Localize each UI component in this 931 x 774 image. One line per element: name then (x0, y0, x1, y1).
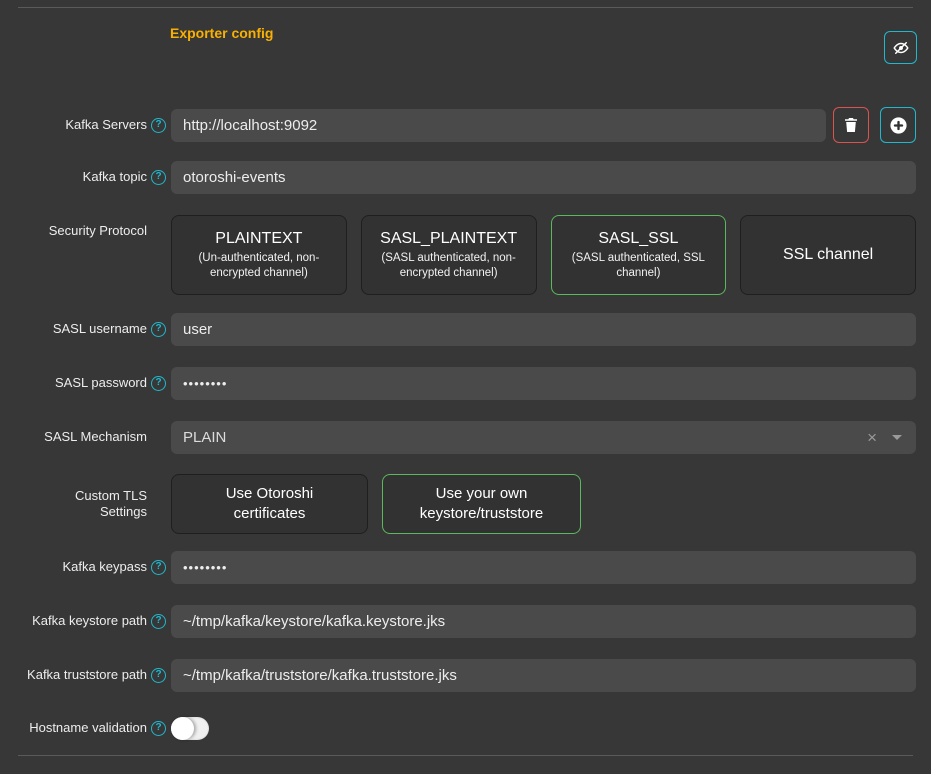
option-title: Use Otoroshi certificates (200, 484, 339, 525)
help-icon[interactable]: ? (151, 721, 166, 736)
caret-down-icon[interactable] (892, 435, 902, 440)
option-subtitle: (SASL authenticated, non-encrypted chann… (372, 251, 526, 281)
kafka-topic-input[interactable] (171, 161, 916, 194)
field-row-sasl-username: SASL username ? (0, 313, 931, 346)
toggle-knob (171, 717, 194, 740)
help-icon[interactable]: ? (151, 118, 166, 133)
sasl-username-input[interactable] (171, 313, 916, 346)
sasl-username-control (171, 313, 916, 346)
field-row-kafka-topic: Kafka topic ? (0, 161, 931, 194)
security-protocol-label-group: Security Protocol (0, 215, 171, 239)
option-title: SSL channel (783, 245, 873, 266)
kafka-keypass-label: Kafka keypass (62, 559, 147, 575)
sasl-username-label-group: SASL username ? (0, 321, 171, 337)
sasl-password-label: SASL password (55, 375, 147, 391)
sasl-password-control (171, 367, 916, 400)
kafka-truststore-path-control (171, 659, 916, 692)
field-row-security-protocol: Security Protocol PLAINTEXT (Un-authenti… (0, 215, 931, 295)
field-row-custom-tls: Custom TLS Settings Use Otoroshi certifi… (0, 474, 931, 534)
help-icon[interactable]: ? (151, 614, 166, 629)
selected-value: PLAIN (183, 429, 867, 446)
trash-icon (843, 117, 859, 133)
add-server-button[interactable] (880, 107, 916, 143)
custom-tls-control: Use Otoroshi certificates Use your own k… (171, 474, 916, 534)
clear-icon[interactable]: × (867, 429, 877, 446)
top-divider (18, 7, 913, 8)
sasl-mechanism-label: SASL Mechanism (44, 429, 147, 445)
option-otoroshi-certificates[interactable]: Use Otoroshi certificates (171, 474, 368, 534)
plus-circle-icon (890, 117, 907, 134)
option-ssl-channel[interactable]: SSL channel (740, 215, 916, 295)
hide-section-button[interactable] (884, 31, 917, 64)
eye-slash-icon (892, 39, 910, 57)
hostname-validation-control (171, 717, 916, 740)
help-icon[interactable]: ? (151, 170, 166, 185)
kafka-servers-label-group: Kafka Servers ? (0, 117, 171, 133)
field-row-sasl-password: SASL password ? (0, 367, 931, 400)
field-row-hostname-validation: Hostname validation ? (0, 717, 931, 740)
kafka-topic-control (171, 161, 916, 194)
kafka-topic-label: Kafka topic (83, 169, 147, 185)
bottom-divider (18, 755, 913, 756)
help-icon[interactable]: ? (151, 376, 166, 391)
option-title: SASL_PLAINTEXT (380, 229, 517, 250)
option-subtitle: (SASL authenticated, SSL channel) (562, 251, 716, 281)
kafka-servers-control (171, 107, 916, 143)
help-icon[interactable]: ? (151, 560, 166, 575)
field-row-kafka-truststore-path: Kafka truststore path ? (0, 659, 931, 692)
help-icon[interactable]: ? (151, 668, 166, 683)
kafka-truststore-path-label-group: Kafka truststore path ? (0, 667, 171, 683)
option-own-keystore[interactable]: Use your own keystore/truststore (382, 474, 581, 534)
hostname-validation-label: Hostname validation (29, 720, 147, 736)
kafka-keystore-path-input[interactable] (171, 605, 916, 638)
help-icon[interactable]: ? (151, 322, 166, 337)
security-protocol-options: PLAINTEXT (Un-authenticated, non-encrypt… (171, 215, 916, 295)
kafka-truststore-path-label: Kafka truststore path (27, 667, 147, 683)
exporter-config-panel: Exporter config Kafka Servers ? (0, 7, 931, 774)
option-sasl-ssl[interactable]: SASL_SSL (SASL authenticated, SSL channe… (551, 215, 727, 295)
kafka-truststore-path-input[interactable] (171, 659, 916, 692)
kafka-keystore-path-label-group: Kafka keystore path ? (0, 613, 171, 629)
kafka-keypass-label-group: Kafka keypass ? (0, 559, 171, 575)
kafka-topic-label-group: Kafka topic ? (0, 169, 171, 185)
field-row-kafka-keypass: Kafka keypass ? (0, 551, 931, 584)
kafka-keypass-input[interactable] (171, 551, 916, 584)
option-plaintext[interactable]: PLAINTEXT (Un-authenticated, non-encrypt… (171, 215, 347, 295)
custom-tls-label-group: Custom TLS Settings (0, 488, 171, 521)
delete-server-button[interactable] (833, 107, 869, 143)
custom-tls-label: Custom TLS Settings (67, 488, 147, 521)
field-row-sasl-mechanism: SASL Mechanism PLAIN × (0, 421, 931, 454)
security-protocol-label: Security Protocol (49, 223, 147, 239)
kafka-servers-label: Kafka Servers (65, 117, 147, 133)
option-title: PLAINTEXT (215, 229, 302, 250)
field-row-kafka-servers: Kafka Servers ? (0, 107, 931, 143)
option-sasl-plaintext[interactable]: SASL_PLAINTEXT (SASL authenticated, non-… (361, 215, 537, 295)
security-protocol-control: PLAINTEXT (Un-authenticated, non-encrypt… (171, 215, 916, 295)
field-row-kafka-keystore-path: Kafka keystore path ? (0, 605, 931, 638)
panel-title: Exporter config (170, 25, 916, 41)
sasl-mechanism-control: PLAIN × (171, 421, 916, 454)
sasl-username-label: SASL username (53, 321, 147, 337)
sasl-mechanism-select[interactable]: PLAIN × (171, 421, 916, 454)
option-subtitle: (Un-authenticated, non-encrypted channel… (182, 251, 336, 281)
kafka-keystore-path-control (171, 605, 916, 638)
kafka-keypass-control (171, 551, 916, 584)
sasl-password-label-group: SASL password ? (0, 375, 171, 391)
sasl-password-input[interactable] (171, 367, 916, 400)
option-title: Use your own keystore/truststore (411, 484, 552, 525)
kafka-keystore-path-label: Kafka keystore path (32, 613, 147, 629)
sasl-mechanism-label-group: SASL Mechanism (0, 429, 171, 445)
hostname-validation-label-group: Hostname validation ? (0, 720, 171, 736)
option-title: SASL_SSL (598, 229, 678, 250)
hostname-validation-toggle[interactable] (171, 717, 209, 740)
kafka-servers-input[interactable] (171, 109, 826, 142)
